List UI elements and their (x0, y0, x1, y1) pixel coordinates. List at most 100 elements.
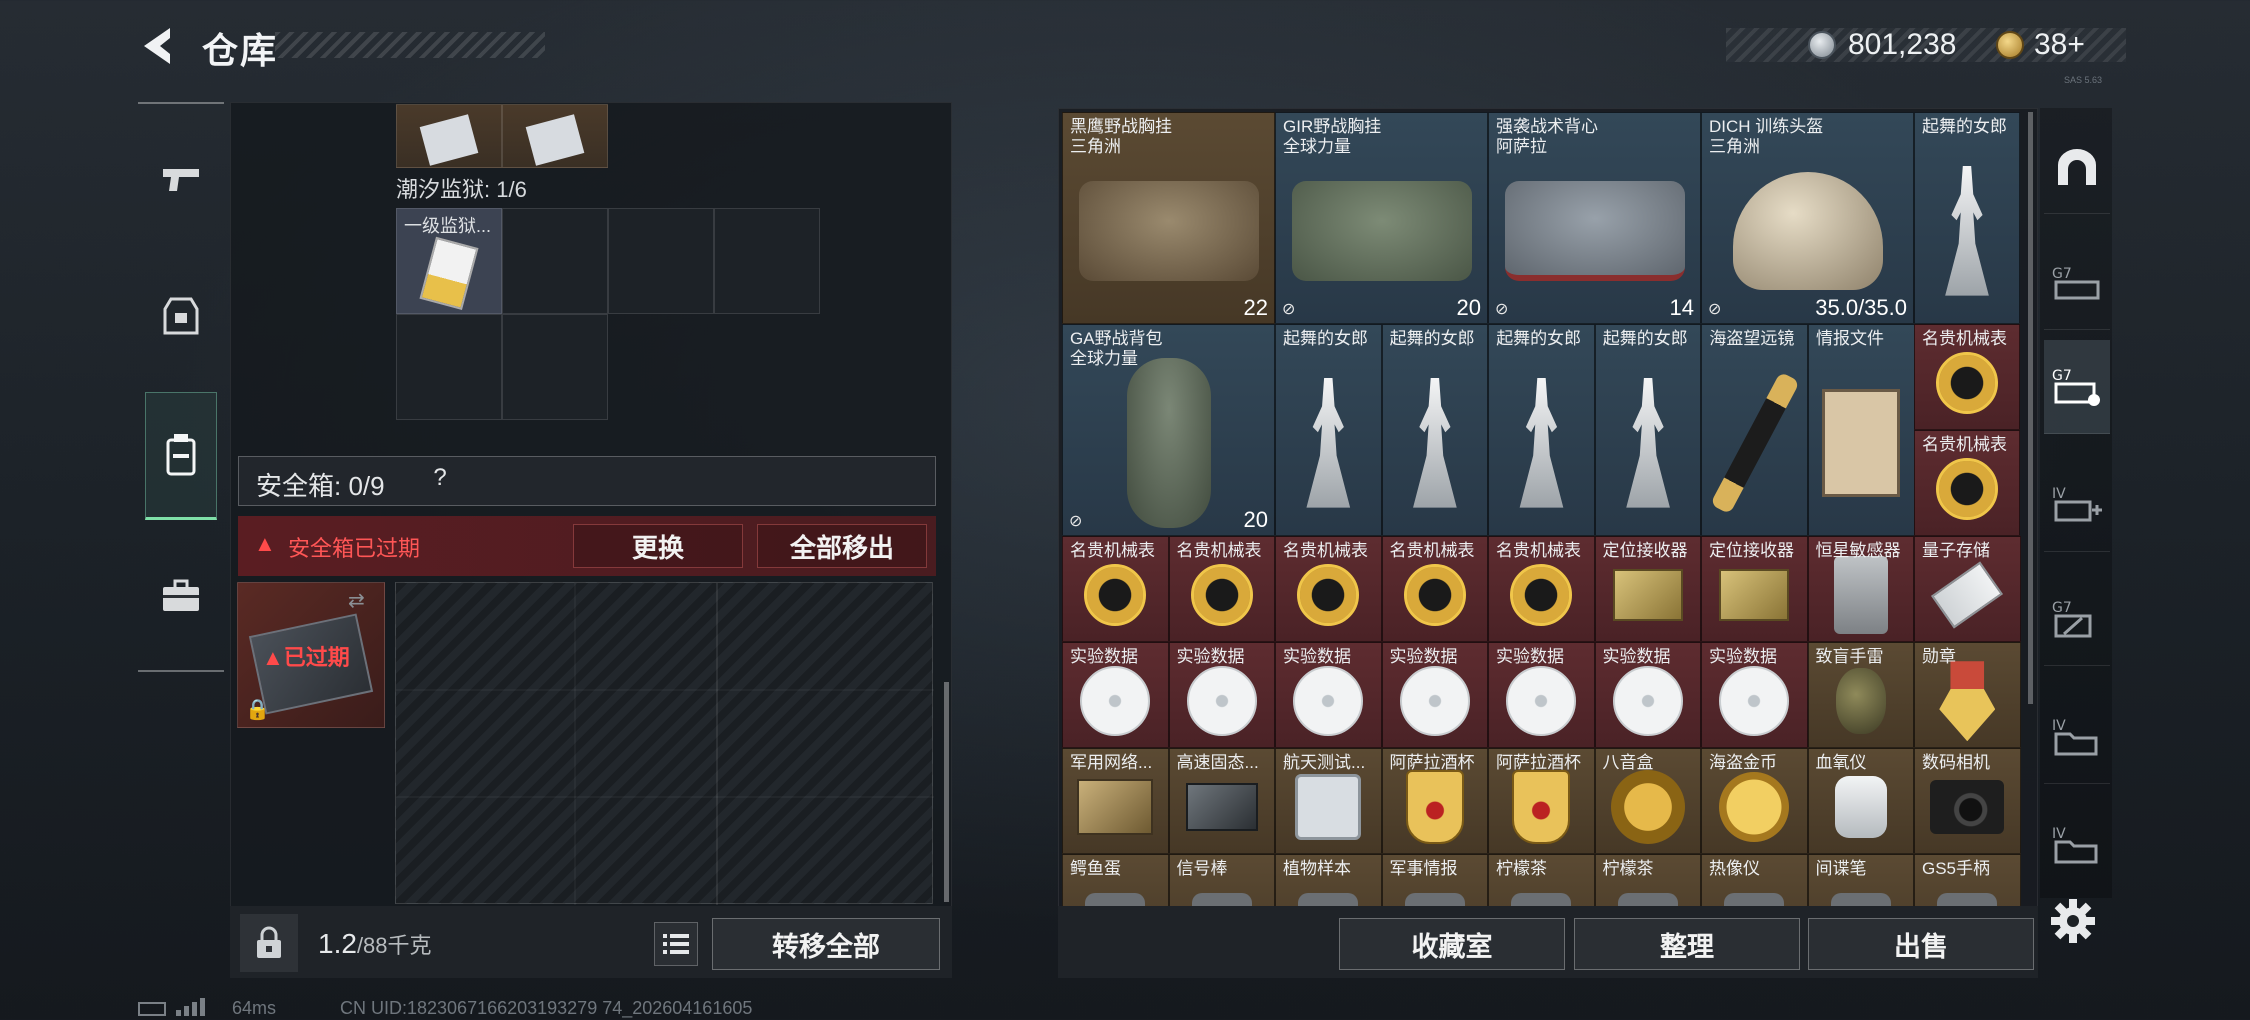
list-view-button[interactable] (654, 922, 698, 966)
inventory-item[interactable]: 血氧仪 (1807, 748, 1914, 854)
safebox-expired-label: ▲已过期 (262, 645, 350, 670)
inventory-item[interactable]: 高速固态... (1168, 748, 1275, 854)
weight-indicator: 1.2/88千克 (318, 928, 432, 960)
key-slot[interactable] (714, 208, 820, 314)
move-all-out-button[interactable]: 全部移出 (757, 524, 927, 568)
scrollbar[interactable] (2028, 112, 2033, 704)
token-balance[interactable]: 38+ (2034, 28, 2085, 62)
help-icon[interactable]: ? (424, 464, 456, 496)
inventory-item[interactable]: 名贵机械表 (1168, 536, 1275, 642)
inventory-item[interactable]: DICH 训练头盔 三角洲 35.0/35.0 ⊘ (1701, 112, 1914, 324)
inventory-item[interactable]: 实验数据 (1594, 642, 1701, 748)
inventory-item[interactable]: 军用网络... (1062, 748, 1169, 854)
inventory-item[interactable]: 名贵机械表 (1062, 536, 1169, 642)
key-slot[interactable] (396, 104, 502, 168)
storage-tab-iv-folder-2[interactable]: IV (2044, 798, 2110, 892)
inventory-item[interactable]: 定位接收器 (1701, 536, 1808, 642)
statue-icon (1626, 377, 1670, 508)
key-slot[interactable] (502, 314, 608, 420)
inventory-item[interactable]: 情报文件 (1808, 324, 1915, 536)
inventory-item[interactable]: 起舞的女郎 (1275, 324, 1382, 536)
inventory-item[interactable]: 实验数据 (1381, 642, 1488, 748)
key-slot[interactable] (608, 208, 714, 314)
storage-tab-main[interactable] (2044, 120, 2110, 214)
storage-g7-icon: G7 (2052, 266, 2100, 299)
tide-prison-label: 潮汐监狱: 1/6 (396, 177, 527, 202)
inventory-item[interactable]: GIR野战胸挂 全球力量 20 ⊘ (1275, 112, 1488, 324)
inventory-item[interactable]: 实验数据 (1168, 642, 1275, 748)
settings-button[interactable] (2050, 898, 2096, 944)
item-name: 情报文件 (1816, 329, 1884, 348)
item-name: GIR野战胸挂 (1283, 117, 1382, 136)
tab-gear[interactable] (145, 392, 217, 520)
storage-tab-g7-alt[interactable]: G7 (2044, 572, 2110, 666)
back-button[interactable] (136, 22, 184, 70)
prison-keycard-icon (419, 237, 479, 311)
inventory-item[interactable]: 海盗望远镜 (1701, 324, 1808, 536)
inventory-item[interactable]: 实验数据 (1062, 642, 1169, 748)
arch-icon (2058, 148, 2096, 185)
inventory-item[interactable]: 热像仪 (1701, 854, 1808, 908)
organize-button[interactable]: 整理 (1574, 918, 1800, 970)
inventory-item[interactable]: 量子存储 (1914, 536, 2021, 642)
tab-armor[interactable] (145, 268, 217, 364)
inventory-item[interactable]: 起舞的女郎 (1594, 324, 1702, 536)
item-name: 航天测试... (1283, 753, 1366, 772)
inventory-item[interactable]: 定位接收器 (1594, 536, 1701, 642)
inventory-item[interactable]: 柠檬茶 (1488, 854, 1595, 908)
inventory-item[interactable]: 植物样本 (1275, 854, 1382, 908)
key-slot[interactable] (502, 208, 608, 314)
inventory-item[interactable]: 勋章 (1914, 642, 2021, 748)
inventory-item[interactable]: 八音盒 (1594, 748, 1701, 854)
inventory-item[interactable]: 名贵机械表 (1914, 324, 2020, 430)
inventory-item[interactable]: 起舞的女郎 (1381, 324, 1489, 536)
inventory-item[interactable]: 海盗金币 (1701, 748, 1808, 854)
inventory-item[interactable]: GS5手柄 (1914, 854, 2021, 908)
inventory-item[interactable]: 名贵机械表 (1488, 536, 1595, 642)
inventory-item[interactable]: 强袭战术背心 阿萨拉 14 ⊘ (1488, 112, 1701, 324)
swap-icon[interactable]: ⇄ (348, 588, 365, 613)
storage-tab-g7-expand[interactable]: G7 (2044, 340, 2110, 434)
safebox-grid[interactable] (395, 582, 934, 905)
key-slot[interactable] (396, 314, 502, 420)
tab-briefcase[interactable] (145, 548, 217, 644)
inventory-item[interactable]: 柠檬茶 (1594, 854, 1701, 908)
item-name: 实验数据 (1283, 647, 1351, 666)
inventory-item[interactable]: 军事情报 (1381, 854, 1488, 908)
replace-button[interactable]: 更换 (573, 524, 743, 568)
inventory-item[interactable]: 致盲手雷 (1807, 642, 1914, 748)
statue-icon (1945, 165, 1989, 296)
lock-button[interactable] (240, 914, 298, 972)
collection-room-button[interactable]: 收藏室 (1339, 918, 1565, 970)
sell-button[interactable]: 出售 (1808, 918, 2034, 970)
lock-icon: 🔒 (245, 699, 270, 721)
inventory-item[interactable]: 名贵机械表 (1275, 536, 1382, 642)
inventory-item[interactable]: 起舞的女郎 (1914, 112, 2020, 324)
storage-tab-iv-add[interactable]: IV (2044, 458, 2110, 552)
inventory-item[interactable]: 实验数据 (1701, 642, 1808, 748)
item-name: 起舞的女郎 (1602, 329, 1688, 348)
inventory-item[interactable]: 信号棒 (1168, 854, 1275, 908)
storage-tab-iv-folder[interactable]: IV (2044, 690, 2110, 784)
inventory-item[interactable]: 实验数据 (1275, 642, 1382, 748)
key-slot[interactable] (502, 104, 608, 168)
inventory-item[interactable]: 恒星敏感器 (1807, 536, 1914, 642)
storage-tab-g7[interactable]: G7 (2044, 236, 2110, 330)
inventory-item[interactable]: 阿萨拉酒杯 (1381, 748, 1488, 854)
inventory-item[interactable]: 间谍笔 (1807, 854, 1914, 908)
inventory-item[interactable]: 鳄鱼蛋 (1062, 854, 1169, 908)
inventory-item[interactable]: 起舞的女郎 (1488, 324, 1595, 536)
inventory-item[interactable]: 黑鹰野战胸挂 三角洲 22 (1062, 112, 1275, 324)
tab-weapons[interactable] (145, 132, 217, 228)
inventory-item[interactable]: 数码相机 (1914, 748, 2021, 854)
inventory-item[interactable]: 实验数据 (1488, 642, 1595, 748)
disc-icon (1506, 666, 1577, 737)
inventory-item[interactable]: GA野战背包 全球力量 20 ⊘ (1062, 324, 1275, 536)
inventory-item[interactable]: 名贵机械表 (1381, 536, 1488, 642)
transfer-all-button[interactable]: 转移全部 (712, 918, 940, 970)
inventory-item[interactable]: 名贵机械表 (1914, 430, 2020, 536)
inventory-item[interactable]: 阿萨拉酒杯 (1488, 748, 1595, 854)
add-token-button[interactable]: + (2067, 28, 2085, 61)
inventory-item[interactable]: 航天测试... (1275, 748, 1382, 854)
scrollbar[interactable] (944, 682, 949, 902)
